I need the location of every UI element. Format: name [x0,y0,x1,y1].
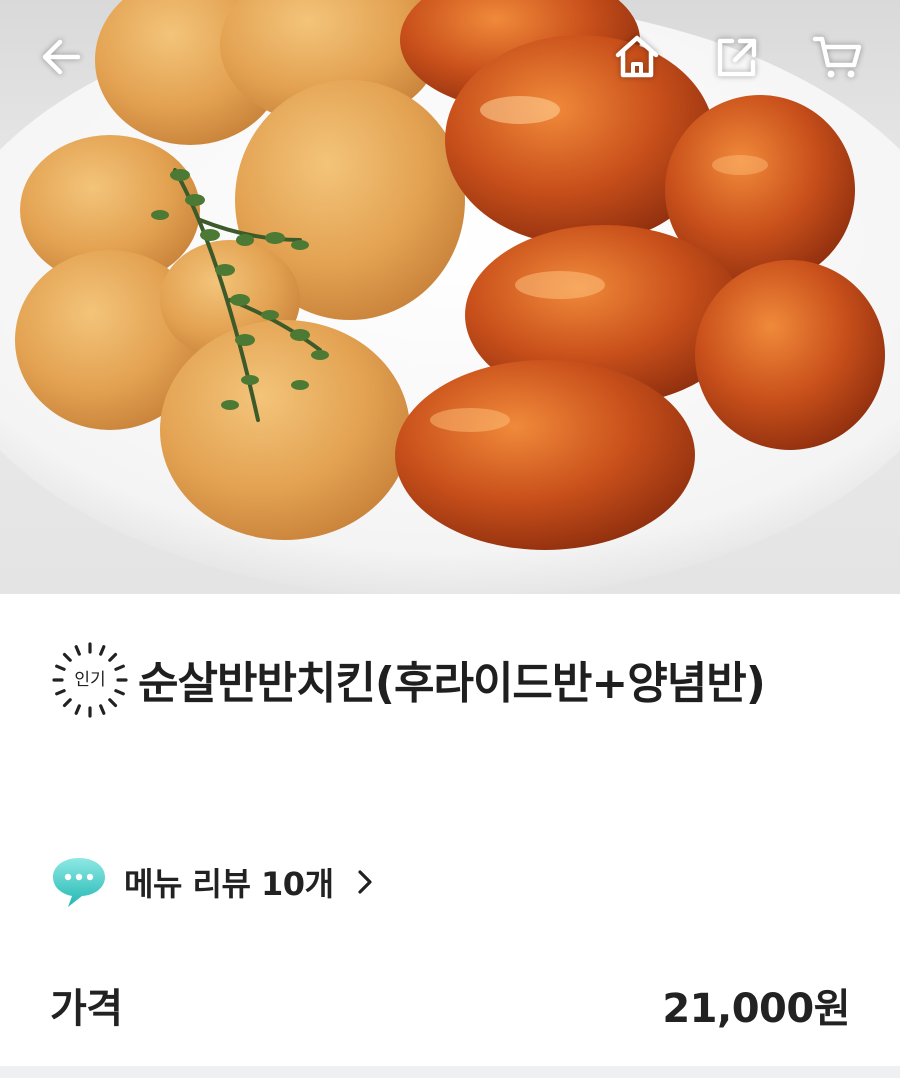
product-title-block: 인기 순살반반치킨(후라이드반+양념반) [50,640,850,720]
price-label: 가격 [50,986,123,1032]
home-button[interactable] [602,22,672,92]
speech-bubble-icon [53,858,105,907]
top-navigation-bar [0,0,900,120]
price-row: 가격 21,000원 [50,975,850,1035]
product-title-line: 인기 순살반반치킨(후라이드반+양념반) [50,640,850,720]
back-arrow-icon [42,39,81,75]
menu-review-label: 메뉴 리뷰 10개 [124,865,334,903]
cart-button[interactable] [802,22,872,92]
popular-badge: 인기 [50,640,130,720]
product-title: 순살반반치킨(후라이드반+양념반) [138,658,766,709]
popular-badge-label: 인기 [74,670,106,690]
section-divider [0,1066,900,1078]
home-icon [615,35,659,78]
chevron-right-icon [357,870,372,894]
menu-review-link[interactable]: 메뉴 리뷰 10개 [50,852,374,912]
price-value: 21,000원 [662,986,850,1032]
share-button[interactable] [702,22,772,92]
share-icon [717,38,757,77]
back-button[interactable] [26,22,96,92]
cart-icon [812,36,862,78]
